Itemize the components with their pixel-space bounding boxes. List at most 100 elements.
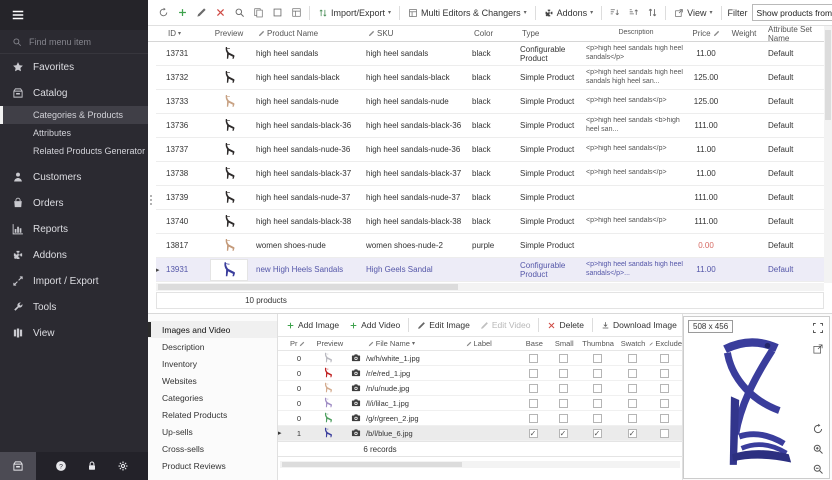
edit-image-button[interactable]: Edit Image: [413, 320, 474, 330]
exclude-checkbox[interactable]: [660, 414, 669, 423]
horizontal-scrollbar[interactable]: [156, 283, 824, 291]
product-row[interactable]: ▸13931new High Heels SandalsHigh Geels S…: [156, 258, 824, 282]
sidebar-item-related-products-generator[interactable]: Related Products Generator: [0, 142, 148, 160]
tab-categories[interactable]: Categories: [148, 389, 277, 406]
sidebar-item-catalog[interactable]: Catalog: [0, 80, 148, 106]
column-header-weight[interactable]: Weight: [726, 29, 762, 38]
add-video-button[interactable]: Add Video: [345, 320, 404, 330]
column-header-thumbnail[interactable]: Thumbna: [579, 339, 617, 348]
sidebar-item-view[interactable]: View: [0, 320, 148, 346]
product-row[interactable]: 13731high heel sandalshigh heel sandalsb…: [156, 42, 824, 66]
product-row[interactable]: 13736high heel sandals-black-36high heel…: [156, 114, 824, 138]
tab-up-sells[interactable]: Up-sells: [148, 423, 277, 440]
base-checkbox[interactable]: [529, 414, 538, 423]
sidebar-item-addons[interactable]: Addons: [0, 242, 148, 268]
base-checkbox[interactable]: ✓: [529, 429, 538, 438]
help-button[interactable]: [55, 460, 67, 472]
tab-related-products[interactable]: Related Products: [148, 406, 277, 423]
thumbnail-checkbox[interactable]: [593, 414, 602, 423]
thumbnail-checkbox[interactable]: ✓: [593, 429, 602, 438]
rotate-image-button[interactable]: [812, 423, 824, 435]
column-header-attribute-set[interactable]: Attribute Set Name: [762, 25, 824, 43]
thumbnail-checkbox[interactable]: [593, 399, 602, 408]
image-row[interactable]: 0/l/i/lilac_1.jpg: [278, 396, 682, 411]
sidebar-item-favorites[interactable]: Favorites: [0, 54, 148, 80]
swatch-checkbox[interactable]: [628, 414, 637, 423]
copy-button[interactable]: [250, 4, 267, 21]
exclude-checkbox[interactable]: [660, 399, 669, 408]
small-checkbox[interactable]: [559, 354, 568, 363]
settings-gear-button[interactable]: [117, 460, 129, 472]
zoom-in-button[interactable]: [812, 443, 824, 455]
swatch-checkbox[interactable]: [628, 369, 637, 378]
image-row[interactable]: 0/w/h/white_1.jpg: [278, 351, 682, 366]
small-checkbox[interactable]: [559, 414, 568, 423]
sidebar-item-import-export[interactable]: Import / Export: [0, 268, 148, 294]
thumbnail-checkbox[interactable]: [593, 354, 602, 363]
download-image-button[interactable]: Download Image: [597, 320, 681, 330]
thumbnail-checkbox[interactable]: [593, 384, 602, 393]
image-row[interactable]: ▸1/b/l/blue_6.jpg✓✓✓✓: [278, 426, 682, 441]
vertical-scrollbar[interactable]: [824, 26, 832, 283]
refresh-button[interactable]: [155, 4, 172, 21]
tab-cross-sells[interactable]: Cross-sells: [148, 440, 277, 457]
tab-description[interactable]: Description: [148, 338, 277, 355]
image-row[interactable]: 0/r/e/red_1.jpg: [278, 366, 682, 381]
select-button[interactable]: [269, 4, 286, 21]
multi-editors-menu-button[interactable]: Multi Editors & Changers ▾: [404, 4, 531, 22]
small-checkbox[interactable]: [559, 369, 568, 378]
tab-images-and-video[interactable]: Images and Video: [148, 321, 277, 338]
swatch-checkbox[interactable]: [628, 399, 637, 408]
product-row[interactable]: 13740high heel sandals-black-38high heel…: [156, 210, 824, 234]
archive-button[interactable]: [0, 452, 36, 480]
swap-order-button[interactable]: [644, 4, 661, 21]
column-header-description[interactable]: Description: [586, 29, 686, 38]
product-row[interactable]: 13817women shoes-nudewomen shoes-nude-2p…: [156, 234, 824, 258]
splitter-grip[interactable]: [149, 195, 153, 205]
column-header-price[interactable]: Price: [686, 29, 726, 38]
swatch-checkbox[interactable]: [628, 384, 637, 393]
swatch-checkbox[interactable]: [628, 354, 637, 363]
duplicate-button[interactable]: [288, 4, 305, 21]
product-row[interactable]: 13732high heel sandals-blackhigh heel sa…: [156, 66, 824, 90]
sort-ascending-button[interactable]: [625, 4, 642, 21]
edit-product-button[interactable]: [193, 4, 210, 21]
thumbnail-checkbox[interactable]: [593, 369, 602, 378]
addons-menu-button[interactable]: Addons ▾: [540, 4, 598, 22]
swatch-checkbox[interactable]: ✓: [628, 429, 637, 438]
category-filter-select[interactable]: Show products from selected categories ▾: [752, 4, 832, 21]
horizontal-scrollbar[interactable]: [280, 461, 680, 468]
sidebar-item-customers[interactable]: Customers: [0, 164, 148, 190]
tab-product-reviews[interactable]: Product Reviews: [148, 457, 277, 474]
base-checkbox[interactable]: [529, 399, 538, 408]
sidebar-item-attributes[interactable]: Attributes: [0, 124, 148, 142]
column-header-preview[interactable]: Preview: [202, 29, 256, 38]
hamburger-menu-icon[interactable]: [11, 8, 25, 22]
column-header-exclude[interactable]: Exclude: [649, 339, 682, 348]
product-row[interactable]: 13733high heel sandals-nudehigh heel san…: [156, 90, 824, 114]
lock-button[interactable]: [86, 460, 98, 472]
image-row[interactable]: 0/n/u/nude.jpg: [278, 381, 682, 396]
exclude-checkbox[interactable]: [660, 429, 669, 438]
base-checkbox[interactable]: [529, 369, 538, 378]
sidebar-item-orders[interactable]: Orders: [0, 190, 148, 216]
exclude-checkbox[interactable]: [660, 369, 669, 378]
sidebar-item-reports[interactable]: Reports: [0, 216, 148, 242]
add-image-button[interactable]: Add Image: [282, 320, 343, 330]
import-export-menu-button[interactable]: Import/Export ▾: [314, 4, 395, 22]
search-products-button[interactable]: [231, 4, 248, 21]
column-header-small[interactable]: Small: [549, 339, 579, 348]
exclude-checkbox[interactable]: [660, 384, 669, 393]
sidebar-item-categories-products[interactable]: Categories & Products: [0, 106, 148, 124]
open-external-button[interactable]: [812, 343, 824, 355]
tab-inventory[interactable]: Inventory: [148, 355, 277, 372]
product-row[interactable]: 13739high heel sandals-nude-37high heel …: [156, 186, 824, 210]
small-checkbox[interactable]: ✓: [559, 429, 568, 438]
zoom-out-button[interactable]: [812, 463, 824, 475]
clear-sorting-button[interactable]: [606, 4, 623, 21]
column-header-preview[interactable]: Preview: [312, 339, 348, 348]
small-checkbox[interactable]: [559, 399, 568, 408]
column-header-product-name[interactable]: Product Name: [256, 29, 366, 38]
sidebar-menu-search[interactable]: Find menu item: [0, 30, 148, 54]
image-row[interactable]: 0/g/r/green_2.jpg: [278, 411, 682, 426]
